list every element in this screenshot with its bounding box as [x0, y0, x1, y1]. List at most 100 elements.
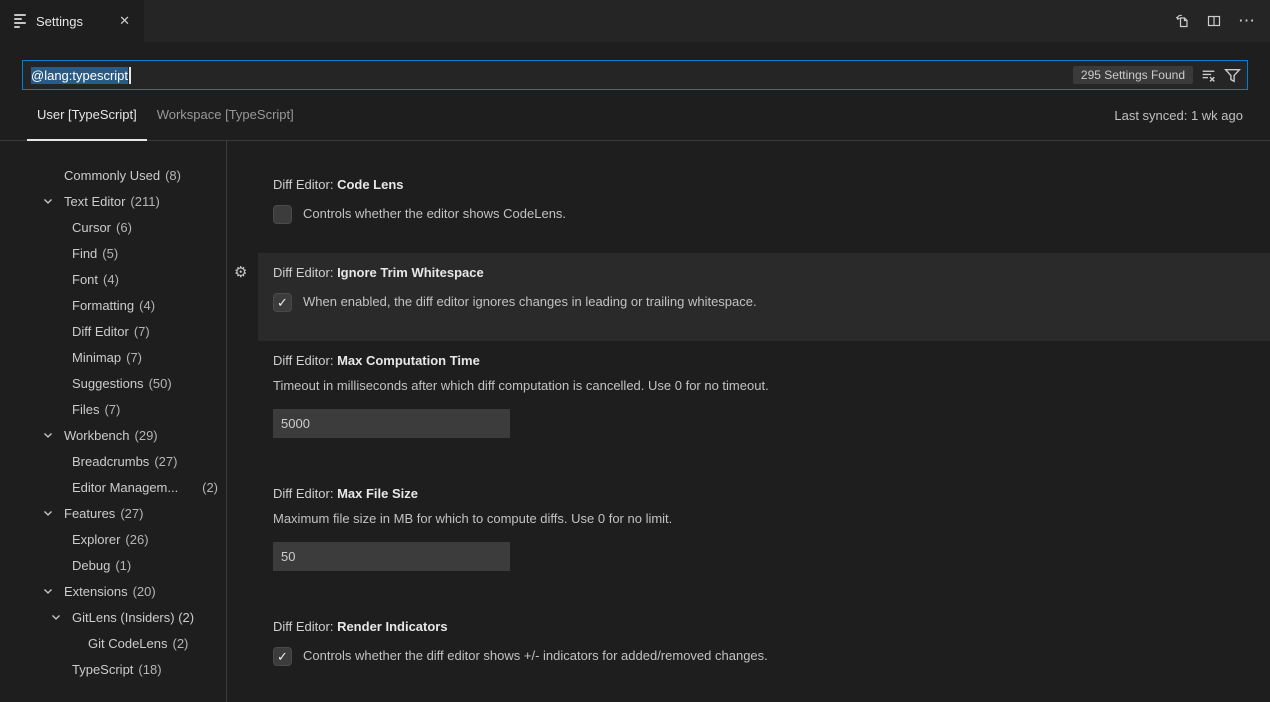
- toc-item-label: Find: [72, 246, 97, 261]
- toc-item[interactable]: Git CodeLens (2): [0, 630, 220, 656]
- toc-item-label: Diff Editor: [72, 324, 129, 339]
- toc-item-label: Workbench: [64, 428, 130, 443]
- toc-item-count: (18): [138, 662, 161, 677]
- toc-item-label: Files: [72, 402, 99, 417]
- toc-item[interactable]: Explorer(26): [0, 526, 220, 552]
- setting-title: Diff Editor: Render Indicators: [273, 617, 1246, 637]
- toc-item-count: (50): [149, 376, 172, 391]
- toc-item-label: Explorer: [72, 532, 120, 547]
- toc-item-label: Formatting: [72, 298, 134, 313]
- setting-row: Diff Editor: Max File SizeMaximum file s…: [258, 474, 1270, 607]
- toc-item[interactable]: Features(27): [0, 500, 220, 526]
- setting-title: Diff Editor: Max Computation Time: [273, 351, 1246, 371]
- setting-name: Max Computation Time: [337, 353, 480, 368]
- tab-settings[interactable]: Settings ✕: [0, 0, 144, 42]
- toc-item[interactable]: Diff Editor(7): [0, 318, 220, 344]
- clear-filters-icon[interactable]: [1200, 67, 1217, 84]
- scope-tab[interactable]: Workspace [TypeScript]: [147, 90, 304, 141]
- setting-value-input[interactable]: [273, 542, 510, 571]
- setting-control-line: ✓ When enabled, the diff editor ignores c…: [273, 292, 1246, 312]
- toc-item[interactable]: Find (5): [0, 240, 220, 266]
- setting-category: Diff Editor:: [273, 353, 337, 368]
- toc-item[interactable]: Font (4): [0, 266, 220, 292]
- toc-item[interactable]: Cursor(6): [0, 214, 220, 240]
- setting-description: Controls whether the editor shows CodeLe…: [303, 204, 566, 224]
- toc-item-label: Cursor: [72, 220, 111, 235]
- setting-description: When enabled, the diff editor ignores ch…: [303, 292, 757, 312]
- setting-category: Diff Editor:: [273, 619, 337, 634]
- chevron-down-icon: [42, 195, 64, 207]
- split-editor-icon[interactable]: [1206, 13, 1222, 29]
- toc-item-label: Minimap: [72, 350, 121, 365]
- filter-icon[interactable]: [1224, 67, 1241, 84]
- toc-item[interactable]: Workbench (29): [0, 422, 220, 448]
- settings-body: Commonly Used (8) Text Editor(211)Cursor(6…: [0, 141, 1270, 702]
- chevron-down-icon: [42, 507, 64, 519]
- toc-item[interactable]: Breadcrumbs(27): [0, 448, 220, 474]
- toc-item-label: Git CodeLens: [88, 636, 168, 651]
- setting-row: Diff Editor: Code Lens Controls whether t…: [258, 165, 1270, 253]
- more-actions-icon[interactable]: ⋯: [1238, 13, 1256, 29]
- toc-item-count: (7): [126, 350, 142, 365]
- text-caret: [129, 67, 131, 84]
- setting-value-input[interactable]: [273, 409, 510, 438]
- toc-item-label: GitLens (Insiders) (2): [72, 610, 194, 625]
- open-settings-json-icon[interactable]: [1174, 13, 1190, 29]
- toc-item-count: (27): [120, 506, 143, 521]
- setting-row: Diff Editor: Max Computation TimeTimeout…: [258, 341, 1270, 474]
- toc-item[interactable]: Suggestions(50): [0, 370, 220, 396]
- setting-category: Diff Editor:: [273, 265, 337, 280]
- toc-item[interactable]: TypeScript(18): [0, 656, 220, 682]
- search-row: @lang:typescript 295 Settings Found: [0, 42, 1270, 90]
- toc-item-label: Font: [72, 272, 98, 287]
- setting-control-line: Controls whether the editor shows CodeLe…: [273, 204, 1246, 224]
- editor-tab-bar: Settings ✕ ⋯: [0, 0, 1270, 42]
- scope-tabs: User [TypeScript]Workspace [TypeScript]: [27, 90, 304, 140]
- close-icon[interactable]: ✕: [115, 11, 134, 31]
- setting-title: Diff Editor: Code Lens: [273, 175, 1246, 195]
- checkbox-checked[interactable]: ✓: [273, 647, 292, 666]
- last-synced-label: Last synced: 1 wk ago: [1114, 108, 1243, 123]
- toc-item-count: (2): [202, 480, 218, 495]
- toc-item-count: (20): [133, 584, 156, 599]
- toc-item[interactable]: Files (7): [0, 396, 220, 422]
- scope-tab[interactable]: User [TypeScript]: [27, 90, 147, 141]
- setting-control-line: ✓ Controls whether the diff editor shows …: [273, 646, 1246, 666]
- toc-item-label: Extensions: [64, 584, 128, 599]
- toc-item[interactable]: Text Editor(211): [0, 188, 220, 214]
- toc-item-count: (8): [165, 168, 181, 183]
- setting-name: Render Indicators: [337, 619, 448, 634]
- toc-item-label: Text Editor: [64, 194, 125, 209]
- checkbox-unchecked[interactable]: [273, 205, 292, 224]
- toc-item-count: (2): [173, 636, 189, 651]
- chevron-down-icon: [50, 611, 72, 623]
- toc-item[interactable]: Minimap (7): [0, 344, 220, 370]
- toc-item-count: (27): [154, 454, 177, 469]
- search-input[interactable]: @lang:typescript 295 Settings Found: [22, 60, 1248, 90]
- setting-name: Code Lens: [337, 177, 403, 192]
- toc-item-count: (29): [135, 428, 158, 443]
- toc-item[interactable]: Debug(1): [0, 552, 220, 578]
- toc-item-count: (4): [103, 272, 119, 287]
- gear-icon[interactable]: ⚙: [234, 265, 247, 280]
- toc-item[interactable]: Editor Managem... (2): [0, 474, 220, 500]
- toc-item[interactable]: Extensions (20): [0, 578, 220, 604]
- toc-item[interactable]: Commonly Used (8): [0, 162, 220, 188]
- toc-item[interactable]: GitLens (Insiders) (2): [0, 604, 220, 630]
- settings-editor: Settings ✕ ⋯: [0, 0, 1270, 702]
- search-value: @lang:typescript: [31, 67, 1065, 84]
- setting-title: Diff Editor: Ignore Trim Whitespace: [273, 263, 1246, 283]
- settings-toc: Commonly Used (8) Text Editor(211)Cursor(6…: [0, 141, 227, 702]
- settings-scope-row: User [TypeScript]Workspace [TypeScript] …: [0, 90, 1270, 141]
- toc-item-count: (4): [139, 298, 155, 313]
- toc-item[interactable]: Formatting (4): [0, 292, 220, 318]
- chevron-down-icon: [42, 429, 64, 441]
- checkbox-checked[interactable]: ✓: [273, 293, 292, 312]
- toc-item-label: Editor Managem...: [72, 480, 178, 495]
- setting-title: Diff Editor: Max File Size: [273, 484, 1246, 504]
- search-selected-text: @lang:typescript: [31, 67, 128, 84]
- toc-item-count: (5): [102, 246, 118, 261]
- setting-description: Controls whether the diff editor shows +…: [303, 646, 768, 666]
- toc-item-label: Commonly Used: [64, 168, 160, 183]
- toc-item-count: (7): [104, 402, 120, 417]
